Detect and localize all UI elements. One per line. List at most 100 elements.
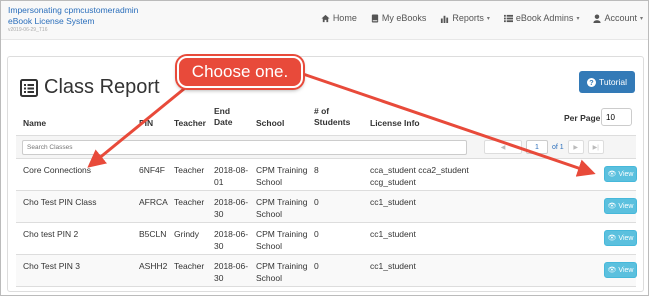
nav-reports[interactable]: Reports ▾ <box>440 13 490 23</box>
eye-icon: 👁 <box>607 171 617 178</box>
col-name-header[interactable]: Name <box>23 118 46 129</box>
cell-license: cca_student cca2_student ccg_student <box>370 164 469 188</box>
per-page-input[interactable] <box>601 108 632 126</box>
cell-students: 0 <box>314 197 319 207</box>
eye-icon: 👁 <box>607 267 617 274</box>
next-page-button[interactable]: ▶ <box>567 140 584 154</box>
nav-ebook-admins-label: eBook Admins <box>515 13 574 23</box>
cell-school-line1: CPM Training <box>256 229 308 239</box>
cell-school: CPM Training School <box>256 228 308 252</box>
cell-school-line1: CPM Training <box>256 165 308 175</box>
cell-name: Cho Test PIN Class <box>23 197 97 207</box>
bar-chart-icon <box>441 15 449 23</box>
cell-students: 0 <box>314 261 319 271</box>
brand[interactable]: Impersonating cpmcustomeradmin eBook Lic… <box>8 5 138 34</box>
cell-teacher: Teacher <box>174 197 205 207</box>
nav-my-ebooks-label: My eBooks <box>381 13 427 23</box>
col-teacher-header[interactable]: Teacher <box>174 118 206 129</box>
eye-icon: 👁 <box>607 203 617 210</box>
page-title-text: Class Report <box>44 76 160 98</box>
view-button[interactable]: 👁 View <box>604 262 637 278</box>
col-end-date-header[interactable]: End Date <box>214 106 232 128</box>
search-row: ◀ of 1 ▶ ▶| <box>16 135 636 159</box>
tutorial-label: Tutorial <box>598 77 627 87</box>
cell-name: Core Connections <box>23 165 92 175</box>
cell-end-date: 2018-06- 30 <box>214 196 248 220</box>
cell-end-date-line2: 30 <box>214 209 224 219</box>
col-end-date-line2: Date <box>214 117 233 127</box>
cell-license-line1: cca_student cca2_student <box>370 165 469 175</box>
table-row: Cho test PIN 2 B5CLN Grindy 2018-06- 30 C… <box>16 223 637 255</box>
search-input[interactable] <box>22 140 467 155</box>
chevron-down-icon: ▾ <box>486 15 490 22</box>
cell-end-date: 2018-06- 30 <box>214 260 248 284</box>
cell-end-date-line1: 2018-06- <box>214 229 249 239</box>
cell-pin: B5CLN <box>139 229 167 239</box>
nav-account-label: Account <box>604 13 637 23</box>
view-button[interactable]: 👁 View <box>604 230 637 246</box>
cell-end-date: 2018-06- 30 <box>214 228 248 252</box>
cell-end-date-line2: 30 <box>214 273 224 283</box>
nav-home[interactable]: Home <box>321 13 357 23</box>
cell-end-date: 2018-08- 01 <box>214 164 248 188</box>
top-navbar: Impersonating cpmcustomeradmin eBook Lic… <box>0 0 649 40</box>
impersonation-text: Impersonating cpmcustomeradmin <box>8 5 139 15</box>
page-title: Class Report <box>20 76 160 99</box>
cell-license: cc1_student <box>370 229 416 239</box>
cell-end-date-line2: 01 <box>214 177 224 187</box>
col-school-header[interactable]: School <box>256 118 284 129</box>
cell-end-date-line1: 2018-08- <box>214 165 249 175</box>
home-icon <box>321 14 330 22</box>
view-button[interactable]: 👁 View <box>604 166 637 182</box>
view-label: View <box>618 266 634 274</box>
table-row: Cho Test PIN Class AFRCA Teacher 2018-06… <box>16 191 637 223</box>
view-label: View <box>618 170 634 178</box>
nav-my-ebooks[interactable]: My eBooks <box>371 13 427 23</box>
cell-school: CPM Training School <box>256 260 308 284</box>
cell-pin: 6NF4F <box>139 165 165 175</box>
page-number-input[interactable] <box>526 140 548 154</box>
prev-page-button[interactable]: ◀ <box>484 140 522 154</box>
question-circle-icon: ? <box>586 77 596 87</box>
cell-license: cc1_student <box>370 261 416 271</box>
chevron-down-icon: ▾ <box>576 15 580 22</box>
svg-text:?: ? <box>589 78 593 87</box>
cell-end-date-line1: 2018-06- <box>214 197 249 207</box>
col-students-header[interactable]: # of Students <box>314 106 350 128</box>
view-label: View <box>618 202 634 210</box>
cell-end-date-line1: 2018-06- <box>214 261 249 271</box>
version-text: v2019-06-29_T16 <box>8 27 48 33</box>
col-license-header[interactable]: License Info <box>370 118 420 129</box>
per-page-label: Per Page: <box>564 113 604 123</box>
nav-ebook-admins[interactable]: eBook Admins ▾ <box>503 13 580 23</box>
cell-teacher: Teacher <box>174 165 205 175</box>
cell-students: 0 <box>314 229 319 239</box>
cell-school-line1: CPM Training <box>256 197 308 207</box>
cell-school: CPM Training School <box>256 196 308 220</box>
nav-account[interactable]: Account ▾ <box>593 13 643 23</box>
cell-end-date-line2: 30 <box>214 241 224 251</box>
cell-school-line2: School <box>256 209 282 219</box>
table-row: Core Connections 6NF4F Teacher 2018-08- 0… <box>16 159 637 191</box>
col-students-line2: Students <box>314 117 351 127</box>
view-label: View <box>618 234 634 242</box>
list-icon <box>503 14 513 22</box>
tutorial-button[interactable]: ? Tutorial <box>578 71 635 93</box>
nav-home-label: Home <box>332 13 357 23</box>
last-page-button[interactable]: ▶| <box>587 140 604 154</box>
col-students-line1: # of <box>314 106 330 116</box>
user-icon <box>593 13 602 23</box>
col-end-date-line1: End <box>214 106 231 116</box>
cell-name: Cho test PIN 2 <box>23 229 79 239</box>
cell-pin: AFRCA <box>139 197 168 207</box>
cell-school-line2: School <box>256 177 282 187</box>
book-icon <box>371 13 378 23</box>
cell-school: CPM Training School <box>256 164 308 188</box>
view-button[interactable]: 👁 View <box>604 198 637 214</box>
col-pin-header[interactable]: PIN <box>139 118 153 129</box>
cell-school-line1: CPM Training <box>256 261 308 271</box>
table-row: Cho Test PIN 3 ASHH2 Teacher 2018-06- 30 … <box>16 255 637 287</box>
cell-school-line2: School <box>256 273 282 283</box>
cell-license-line2: ccg_student <box>370 177 416 187</box>
chevron-down-icon: ▾ <box>639 15 643 22</box>
